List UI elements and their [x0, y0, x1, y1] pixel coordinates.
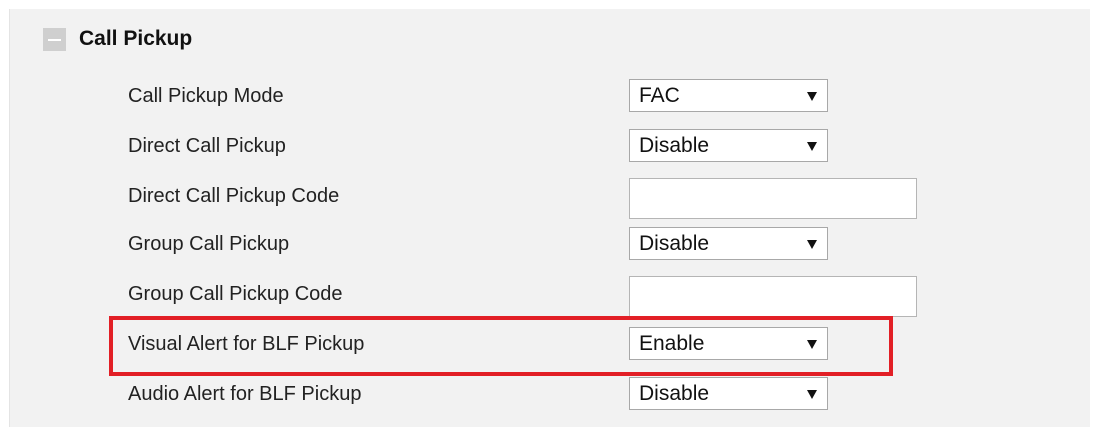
audio-alert-blf-pickup-label: Audio Alert for BLF Pickup	[128, 383, 362, 405]
call-pickup-mode-label: Call Pickup Mode	[128, 85, 284, 107]
dropdown-arrow-icon	[807, 142, 817, 151]
group-call-pickup-label: Group Call Pickup	[128, 233, 290, 255]
direct-call-pickup-value: Disable	[639, 134, 710, 157]
section-title: Call Pickup	[79, 27, 193, 50]
audio-alert-blf-pickup-row: Audio Alert for BLF Pickup Disable	[10, 369, 1090, 419]
direct-call-pickup-row: Direct Call Pickup Disable	[10, 121, 1090, 171]
call-pickup-panel: Call Pickup Call Pickup Mode FAC Direct …	[9, 9, 1090, 427]
audio-alert-blf-pickup-select[interactable]: Disable	[629, 377, 828, 410]
collapse-icon[interactable]	[43, 27, 66, 51]
section-header[interactable]: Call Pickup	[43, 23, 192, 55]
dropdown-arrow-icon	[807, 390, 817, 399]
group-call-pickup-select[interactable]: Disable	[629, 227, 828, 260]
group-call-pickup-code-row: Group Call Pickup Code	[10, 269, 1090, 319]
group-call-pickup-code-input[interactable]	[629, 276, 917, 317]
group-call-pickup-code-label: Group Call Pickup Code	[128, 283, 343, 305]
direct-call-pickup-code-row: Direct Call Pickup Code	[10, 171, 1090, 221]
direct-call-pickup-code-label: Direct Call Pickup Code	[128, 185, 340, 207]
dropdown-arrow-icon	[807, 240, 817, 249]
direct-call-pickup-select[interactable]: Disable	[629, 129, 828, 162]
group-call-pickup-value: Disable	[639, 232, 710, 255]
call-pickup-mode-select[interactable]: FAC	[629, 79, 828, 112]
call-pickup-mode-value: FAC	[639, 84, 680, 107]
audio-alert-blf-pickup-value: Disable	[639, 382, 710, 405]
visual-alert-blf-pickup-select[interactable]: Enable	[629, 327, 828, 360]
direct-call-pickup-code-input[interactable]	[629, 178, 917, 219]
dropdown-arrow-icon	[807, 92, 817, 101]
visual-alert-blf-pickup-label: Visual Alert for BLF Pickup	[128, 333, 365, 355]
visual-alert-blf-pickup-row: Visual Alert for BLF Pickup Enable	[10, 319, 1090, 369]
group-call-pickup-row: Group Call Pickup Disable	[10, 219, 1090, 269]
dropdown-arrow-icon	[807, 340, 817, 349]
visual-alert-blf-pickup-value: Enable	[639, 332, 705, 355]
call-pickup-mode-row: Call Pickup Mode FAC	[10, 71, 1090, 121]
direct-call-pickup-label: Direct Call Pickup	[128, 135, 286, 157]
